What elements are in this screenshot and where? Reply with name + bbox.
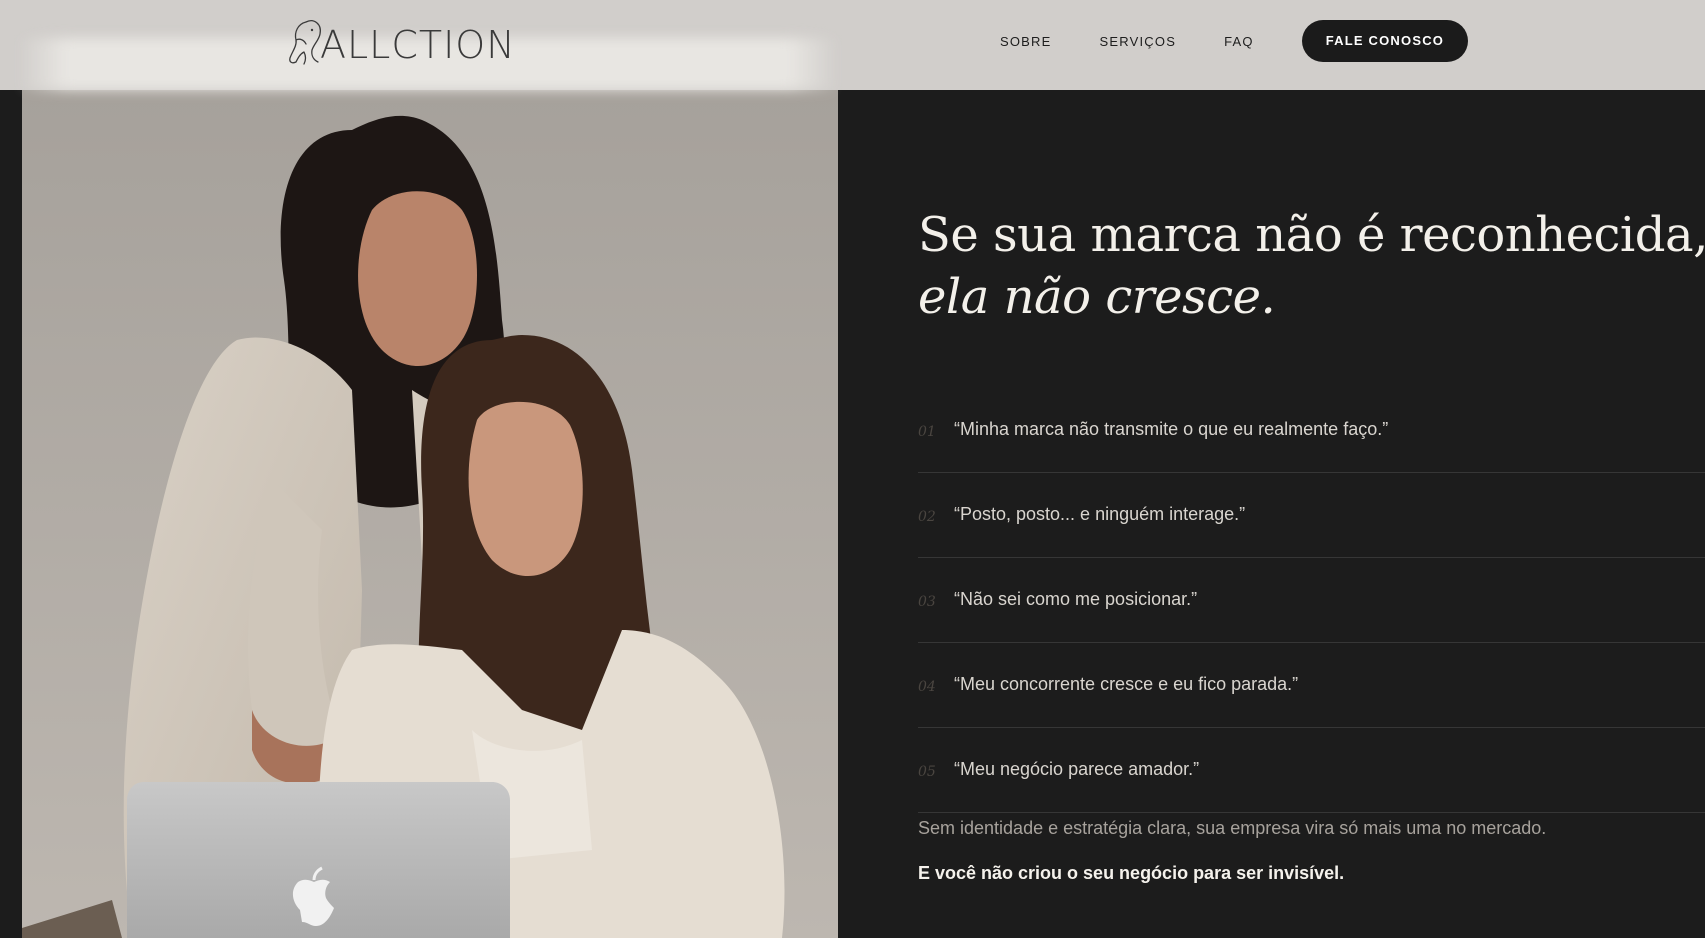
summary-text: Sem identidade e estratégia clara, sua e… — [918, 818, 1547, 838]
contact-cta-button[interactable]: FALE CONOSCO — [1301, 20, 1469, 62]
hero-photo — [22, 90, 838, 938]
elephant-logo-icon — [289, 20, 321, 65]
nav-link-faq[interactable]: FAQ — [1224, 34, 1254, 49]
hero-content: Se sua marca não é reconhecida, ela não … — [918, 90, 1705, 938]
list-item: 03 “Não sei como me posicionar.” — [918, 558, 1705, 643]
site-header: ALLCTION SOBRE SERVIÇOS FAQ FALE CONOSCO — [0, 0, 1705, 90]
headline-italic: ela não cresce. — [918, 269, 1276, 325]
pain-points-list: 01 “Minha marca não transmite o que eu r… — [918, 388, 1705, 813]
two-women-laptop-illustration — [22, 90, 838, 938]
item-quote: “Meu negócio parece amador.” — [954, 758, 1200, 779]
nav-link-servicos[interactable]: SERVIÇOS — [1100, 34, 1177, 49]
list-item: 01 “Minha marca não transmite o que eu r… — [918, 388, 1705, 473]
nav-link-sobre[interactable]: SOBRE — [1000, 34, 1052, 49]
item-quote: “Não sei como me posicionar.” — [954, 588, 1198, 609]
brand-logo[interactable]: ALLCTION — [284, 16, 516, 66]
list-item: 04 “Meu concorrente cresce e eu fico par… — [918, 643, 1705, 728]
item-number: 01 — [918, 424, 936, 440]
item-quote: “Posto, posto... e ninguém interage.” — [954, 503, 1246, 524]
hero-headline: Se sua marca não é reconhecida, ela não … — [918, 204, 1705, 328]
main-nav: SOBRE SERVIÇOS FAQ FALE CONOSCO — [1000, 20, 1469, 62]
logo-wordmark: ALLCTION — [320, 23, 516, 67]
item-quote: “Minha marca não transmite o que eu real… — [954, 418, 1389, 439]
item-number: 03 — [918, 594, 936, 610]
item-number: 04 — [918, 679, 936, 695]
list-item: 02 “Posto, posto... e ninguém interage.” — [918, 473, 1705, 558]
emphasis-text: E você não criou o seu negócio para ser … — [918, 863, 1345, 883]
headline-regular: Se sua marca não é reconhecida, — [918, 207, 1705, 263]
item-quote: “Meu concorrente cresce e eu fico parada… — [954, 673, 1299, 694]
item-number: 05 — [918, 764, 936, 780]
item-number: 02 — [918, 509, 936, 525]
list-item: 05 “Meu negócio parece amador.” — [918, 728, 1705, 813]
